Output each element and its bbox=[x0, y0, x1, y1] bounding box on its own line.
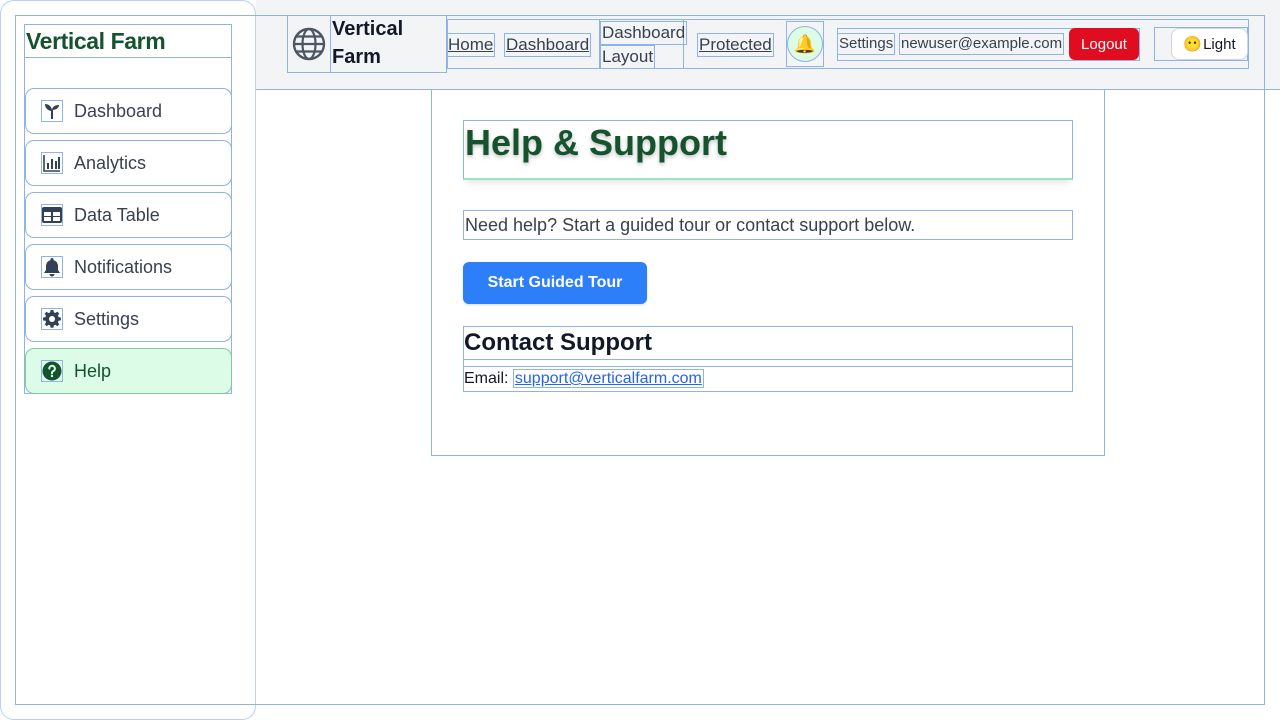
globe-icon bbox=[287, 15, 331, 73]
nav-dashboard-layout[interactable]: Dashboard Layout bbox=[599, 19, 688, 69]
user-email: newuser@example.com bbox=[899, 33, 1065, 55]
email-label: Email: bbox=[464, 370, 509, 387]
sidebar-item-label: Data Table bbox=[74, 205, 160, 225]
notifications-button[interactable]: 🔔 bbox=[786, 21, 824, 67]
contact-support-title: Contact Support bbox=[463, 326, 1073, 360]
seedling-icon bbox=[41, 100, 63, 122]
theme-label: Light bbox=[1203, 35, 1236, 53]
sidebar-menu: Dashboard Analytics Data Table Notificat… bbox=[24, 58, 232, 394]
logout-button[interactable]: Logout bbox=[1069, 28, 1139, 60]
header-logo-text: Vertical Farm bbox=[332, 18, 404, 68]
bar-chart-icon bbox=[41, 152, 63, 174]
help-intro-text: Need help? Start a guided tour or contac… bbox=[463, 210, 1073, 240]
support-email-row: Email: support@verticalfarm.com bbox=[463, 366, 1073, 392]
page-title: Help & Support bbox=[463, 120, 1073, 180]
nav-dashboard-layout-line1: Dashboard bbox=[600, 21, 688, 45]
nav-dashboard[interactable]: Dashboard bbox=[504, 33, 592, 57]
header-settings-link[interactable]: Settings bbox=[837, 33, 896, 55]
sidebar-item-label: Settings bbox=[74, 309, 140, 329]
sidebar-item-data-table[interactable]: Data Table bbox=[25, 192, 232, 238]
nav-protected[interactable]: Protected bbox=[697, 33, 774, 57]
sidebar-item-settings[interactable]: Settings bbox=[25, 296, 232, 342]
support-email-link[interactable]: support@verticalfarm.com bbox=[512, 369, 704, 388]
bell-icon: 🔔 bbox=[787, 26, 823, 62]
nav-dashboard-layout-line2: Layout bbox=[600, 45, 656, 69]
sidebar-item-label: Analytics bbox=[74, 153, 147, 173]
sidebar-item-help[interactable]: Help bbox=[25, 348, 232, 394]
bell-icon bbox=[41, 256, 63, 278]
start-guided-tour-button[interactable]: Start Guided Tour bbox=[463, 262, 647, 304]
sidebar-item-label: Help bbox=[74, 361, 112, 381]
sidebar-item-dashboard[interactable]: Dashboard bbox=[25, 88, 232, 134]
table-icon bbox=[41, 204, 63, 226]
sidebar-item-analytics[interactable]: Analytics bbox=[25, 140, 232, 186]
sidebar-item-label: Notifications bbox=[74, 257, 173, 277]
gear-icon bbox=[41, 308, 63, 330]
theme-emoji-icon: 😶 bbox=[1183, 36, 1203, 53]
nav-home[interactable]: Home bbox=[446, 33, 496, 57]
sidebar-brand[interactable]: Vertical Farm bbox=[24, 24, 232, 58]
sidebar-item-notifications[interactable]: Notifications bbox=[25, 244, 232, 290]
theme-toggle-button[interactable]: 😶 Light bbox=[1171, 28, 1248, 60]
question-icon bbox=[41, 360, 63, 382]
sidebar-item-label: Dashboard bbox=[74, 101, 163, 121]
